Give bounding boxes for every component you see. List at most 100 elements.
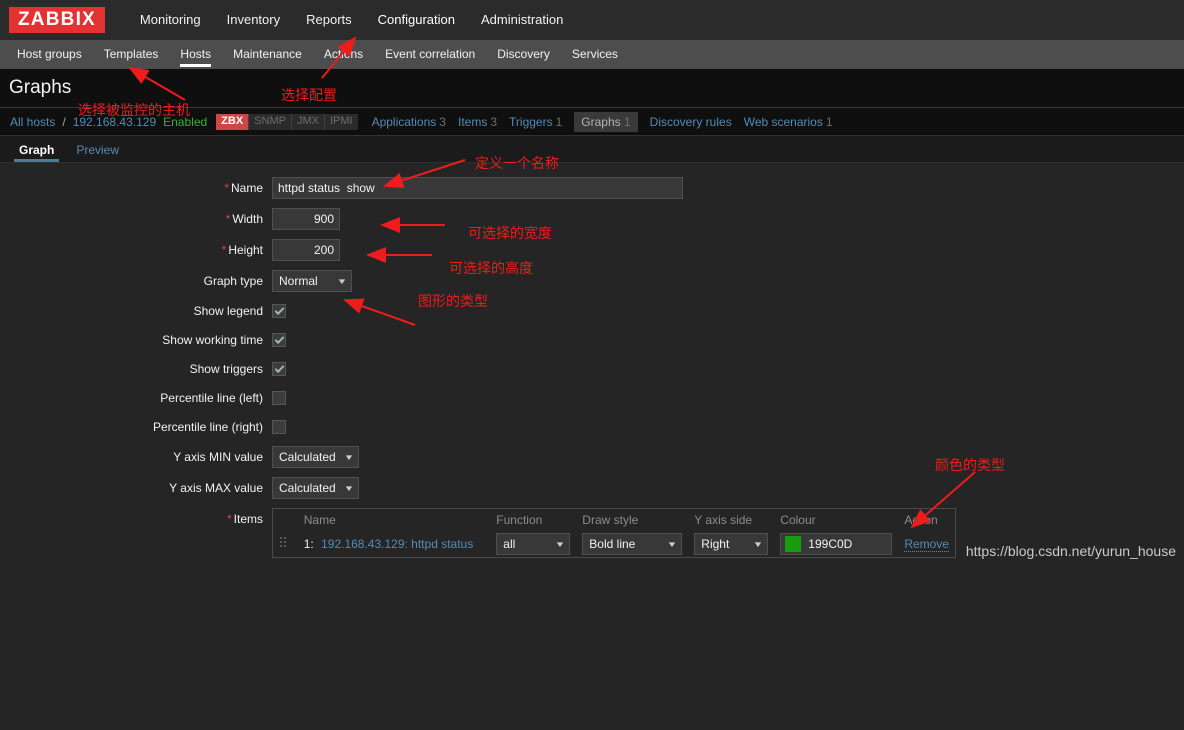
items-table: Name Function Draw style Y axis side Col… <box>273 509 955 557</box>
breadcrumb-applications[interactable]: Applications <box>372 115 437 129</box>
breadcrumb-graphs-label: Graphs <box>581 114 621 129</box>
chevron-down-icon: ▼ <box>343 452 355 462</box>
host-status-enabled[interactable]: Enabled <box>163 115 207 129</box>
items-table-wrapper: Name Function Draw style Y axis side Col… <box>272 508 956 558</box>
page-header: Graphs <box>0 69 1184 108</box>
row-remove-link[interactable]: Remove <box>904 537 949 552</box>
row-function-cell: all ▼ <box>490 531 576 557</box>
graph-type-select[interactable]: Normal ▼ <box>272 270 352 292</box>
items-col-y-axis-side: Y axis side <box>694 513 753 527</box>
label-y-axis-max-text: Y axis MAX value <box>169 481 263 495</box>
y-axis-min-value: Calculated <box>279 450 336 464</box>
row-index: 1: <box>303 537 314 551</box>
percentile-left-checkbox[interactable] <box>272 391 286 405</box>
breadcrumb-items[interactable]: Items <box>458 115 487 129</box>
show-working-time-checkbox[interactable] <box>272 333 286 347</box>
field-row-graph-type: Graph type Normal ▼ <box>0 270 1184 292</box>
breadcrumb-triggers[interactable]: Triggers <box>509 115 553 129</box>
field-row-show-working-time: Show working time <box>0 330 1184 350</box>
breadcrumb-graphs[interactable]: Graphs 1 <box>574 111 638 132</box>
row-drag-handle-cell[interactable] <box>273 531 298 557</box>
row-colour-hex: 199C0D <box>808 537 853 551</box>
subnav-item-discovery[interactable]: Discovery <box>486 40 561 69</box>
top-navigation-bar: ZABBIX Monitoring Inventory Reports Conf… <box>0 0 1184 40</box>
sub-navigation-bar: Host groups Templates Hosts Maintenance … <box>0 40 1184 69</box>
chevron-down-icon: ▼ <box>752 539 764 549</box>
breadcrumb-triggers-count: 1 <box>555 114 563 129</box>
topnav-item-reports[interactable]: Reports <box>293 0 365 40</box>
subnav-item-actions[interactable]: Actions <box>313 40 374 69</box>
breadcrumb-host[interactable]: 192.168.43.129 <box>73 115 156 129</box>
breadcrumb-web-scenarios[interactable]: Web scenarios <box>744 115 823 129</box>
zabbix-logo[interactable]: ZABBIX <box>9 7 105 33</box>
breadcrumb-graphs-count: 1 <box>623 114 631 129</box>
row-function-value: all <box>503 537 516 551</box>
row-y-axis-side-select[interactable]: Right ▼ <box>694 533 769 555</box>
breadcrumb-web-scenarios-count: 1 <box>825 114 833 129</box>
row-draw-style-select[interactable]: Bold line ▼ <box>582 533 683 555</box>
row-draw-style-value: Bold line <box>589 537 636 551</box>
label-show-working-time-text: Show working time <box>162 333 263 347</box>
field-row-percentile-left: Percentile line (left) <box>0 388 1184 408</box>
items-col-handle <box>273 509 298 531</box>
topnav-item-monitoring[interactable]: Monitoring <box>127 0 214 40</box>
name-input[interactable] <box>272 177 683 199</box>
tab-preview[interactable]: Preview <box>65 138 130 162</box>
topnav-item-configuration[interactable]: Configuration <box>365 0 468 40</box>
check-icon <box>274 304 284 315</box>
colour-swatch <box>785 536 802 552</box>
topnav-item-administration[interactable]: Administration <box>468 0 576 40</box>
label-graph-type-text: Graph type <box>203 274 263 288</box>
interface-badges: ZBX SNMP JMX IPMI <box>216 113 358 130</box>
row-name-cell: 1: 192.168.43.129: httpd status <box>298 531 491 557</box>
breadcrumb-all-hosts[interactable]: All hosts <box>10 115 55 129</box>
row-y-axis-side-cell: Right ▼ <box>688 531 774 557</box>
label-percentile-left: Percentile line (left) <box>0 391 272 405</box>
tab-graph[interactable]: Graph <box>8 138 65 162</box>
label-width-text: Width <box>232 212 263 226</box>
breadcrumb-separator: / <box>62 114 66 129</box>
height-input[interactable] <box>272 239 340 261</box>
show-triggers-checkbox[interactable] <box>272 362 286 376</box>
label-items: * Items <box>0 508 272 526</box>
required-marker-name: * <box>224 181 229 195</box>
y-axis-max-value: Calculated <box>279 481 336 495</box>
row-colour-cell: 199C0D <box>774 531 898 557</box>
field-row-name: * Name <box>0 177 1184 199</box>
items-col-function: Function <box>496 513 543 527</box>
items-table-header-row: Name Function Draw style Y axis side Col… <box>273 509 955 531</box>
y-axis-min-select[interactable]: Calculated ▼ <box>272 446 359 468</box>
page-title: Graphs <box>9 77 72 98</box>
row-item-link[interactable]: 192.168.43.129: httpd status <box>321 537 473 551</box>
label-name-text: Name <box>230 181 263 195</box>
subnav-item-hosts[interactable]: Hosts <box>169 40 222 69</box>
subnav-item-host-groups[interactable]: Host groups <box>6 40 93 69</box>
label-show-triggers-text: Show triggers <box>189 362 263 376</box>
width-input[interactable] <box>272 208 340 230</box>
show-legend-checkbox[interactable] <box>272 304 286 318</box>
graph-form: *Name *Width *Height Graph type Normal ▼… <box>0 163 1184 730</box>
subnav-item-event-correlation[interactable]: Event correlation <box>374 40 486 69</box>
drag-handle-icon[interactable] <box>279 536 288 549</box>
label-percentile-left-text: Percentile line (left) <box>160 391 263 405</box>
breadcrumb-applications-count: 3 <box>439 114 446 129</box>
breadcrumb-discovery-rules[interactable]: Discovery rules <box>650 115 732 129</box>
percentile-right-checkbox[interactable] <box>272 420 286 434</box>
subnav-item-services[interactable]: Services <box>561 40 629 69</box>
label-show-legend: Show legend <box>0 304 272 318</box>
graph-type-value: Normal <box>279 274 318 288</box>
field-row-percentile-right: Percentile line (right) <box>0 417 1184 437</box>
row-function-select[interactable]: all ▼ <box>496 533 571 555</box>
label-percentile-right-text: Percentile line (right) <box>152 420 263 434</box>
subnav-item-maintenance[interactable]: Maintenance <box>222 40 313 69</box>
label-name: * Name <box>0 181 272 195</box>
items-col-colour: Colour <box>780 513 816 527</box>
subnav-item-templates[interactable]: Templates <box>93 40 170 69</box>
row-draw-style-cell: Bold line ▼ <box>576 531 688 557</box>
interface-badge-jmx: JMX <box>291 113 325 130</box>
label-graph-type: Graph type <box>0 274 272 288</box>
y-axis-max-select[interactable]: Calculated ▼ <box>272 477 359 499</box>
topnav-item-inventory[interactable]: Inventory <box>214 0 293 40</box>
interface-badge-snmp: SNMP <box>249 113 292 130</box>
row-colour-picker[interactable]: 199C0D <box>780 533 893 555</box>
